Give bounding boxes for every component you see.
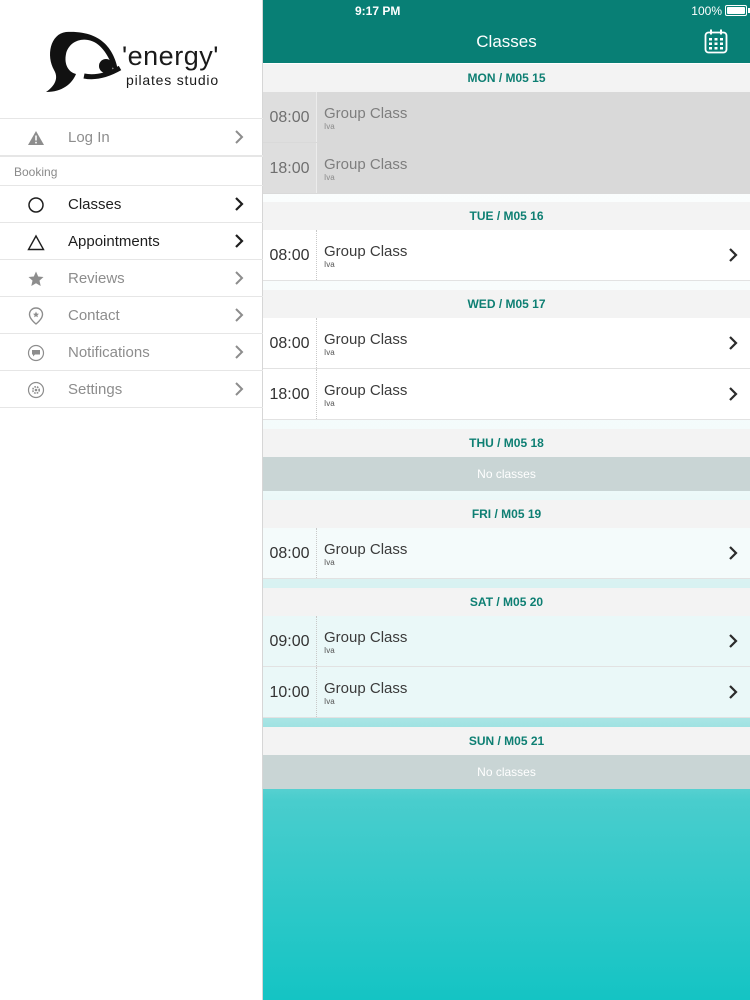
sidebar-item-label: Contact [68, 307, 120, 324]
day-header: SAT / M05 20 [263, 588, 750, 616]
logo-subtitle: pilates studio [126, 72, 219, 88]
sidebar-item-label: Reviews [68, 270, 125, 287]
logo-mark-icon [46, 31, 122, 92]
chevron-right-icon [729, 685, 738, 699]
class-name: Group Class [324, 680, 408, 697]
class-row[interactable]: 10:00 Group Class Iva [263, 667, 750, 718]
class-row[interactable]: 09:00 Group Class Iva [263, 616, 750, 667]
class-row[interactable]: 08:00 Group Class Iva [263, 230, 750, 281]
class-name: Group Class [324, 382, 408, 399]
class-time: 18:00 [263, 369, 317, 419]
day-header: WED / M05 17 [263, 290, 750, 318]
logo-wordmark: 'energy' [122, 41, 219, 71]
sidebar-item-label: Notifications [68, 344, 150, 361]
class-name: Group Class [324, 541, 408, 558]
class-time: 08:00 [263, 528, 317, 578]
star-icon [27, 270, 45, 288]
warning-icon [27, 129, 45, 147]
chevron-right-icon [235, 130, 244, 144]
circle-icon [27, 196, 45, 214]
sidebar-item-classes[interactable]: Classes [0, 186, 263, 223]
chevron-right-icon [729, 248, 738, 262]
class-instructor: Iva [324, 646, 335, 655]
no-classes-banner: No classes [263, 755, 750, 789]
sidebar: 'energy' pilates studio Log In Booking C… [0, 0, 263, 1000]
sidebar-item-label: Settings [68, 381, 123, 398]
class-time: 10:00 [263, 667, 317, 717]
sidebar-item-label: Classes [68, 196, 122, 213]
chevron-right-icon [729, 546, 738, 560]
battery-icon [725, 5, 747, 16]
location-pin-icon [27, 307, 45, 325]
class-instructor: Iva [324, 697, 335, 706]
divider [0, 156, 263, 157]
class-name: Group Class [324, 629, 408, 646]
class-row[interactable]: 18:00 Group Class Iva [263, 143, 750, 194]
class-row[interactable]: 18:00 Group Class Iva [263, 369, 750, 420]
page-title: Classes [476, 32, 537, 51]
chevron-right-icon [729, 336, 738, 350]
sidebar-item-contact[interactable]: Contact [0, 297, 263, 334]
class-time: 18:00 [263, 143, 317, 193]
class-name: Group Class [324, 243, 408, 260]
class-instructor: Iva [324, 173, 335, 182]
class-name: Group Class [324, 156, 408, 173]
chevron-right-icon [235, 234, 244, 248]
section-label-booking: Booking [14, 165, 58, 179]
class-time: 08:00 [263, 318, 317, 368]
day-header: TUE / M05 16 [263, 202, 750, 230]
no-classes-banner: No classes [263, 457, 750, 491]
chevron-right-icon [235, 382, 244, 396]
sidebar-item-log-in[interactable]: Log In [0, 119, 263, 156]
chat-bubble-icon [27, 344, 45, 362]
sidebar-item-label: Log In [68, 129, 110, 146]
class-instructor: Iva [324, 260, 335, 269]
sidebar-item-settings[interactable]: Settings [0, 371, 263, 408]
class-instructor: Iva [324, 399, 335, 408]
status-time: 9:17 PM [355, 4, 401, 18]
class-row[interactable]: 08:00 Group Class Iva [263, 92, 750, 143]
class-instructor: Iva [324, 348, 335, 357]
sidebar-item-notifications[interactable]: Notifications [0, 334, 263, 371]
class-instructor: Iva [324, 122, 335, 131]
chevron-right-icon [235, 197, 244, 211]
chevron-right-icon [235, 271, 244, 285]
class-instructor: Iva [324, 558, 335, 567]
class-name: Group Class [324, 331, 408, 348]
class-row[interactable]: 08:00 Group Class Iva [263, 318, 750, 369]
day-header: FRI / M05 19 [263, 500, 750, 528]
day-header: THU / M05 18 [263, 429, 750, 457]
class-name: Group Class [324, 105, 408, 122]
status-bar: 9:17 PM 100% [263, 0, 750, 22]
class-time: 08:00 [263, 230, 317, 280]
class-row[interactable]: 08:00 Group Class Iva [263, 528, 750, 579]
chevron-right-icon [729, 634, 738, 648]
class-time: 08:00 [263, 92, 317, 142]
sidebar-item-reviews[interactable]: Reviews [0, 260, 263, 297]
day-header: MON / M05 15 [263, 64, 750, 92]
chevron-right-icon [235, 345, 244, 359]
sidebar-item-appointments[interactable]: Appointments [0, 223, 263, 260]
sidebar-item-label: Appointments [68, 233, 160, 250]
navigation-bar: Classes [263, 22, 750, 63]
battery-percent: 100% [691, 4, 722, 18]
calendar-icon[interactable] [704, 29, 728, 54]
triangle-icon [27, 233, 45, 251]
day-header: SUN / M05 21 [263, 727, 750, 755]
class-time: 09:00 [263, 616, 317, 666]
chevron-right-icon [729, 387, 738, 401]
gear-icon [27, 381, 45, 399]
studio-logo: 'energy' pilates studio [44, 26, 234, 96]
chevron-right-icon [235, 308, 244, 322]
classes-screen: 9:17 PM 100% Classes MON / M05 15 08:00 … [263, 0, 750, 1000]
